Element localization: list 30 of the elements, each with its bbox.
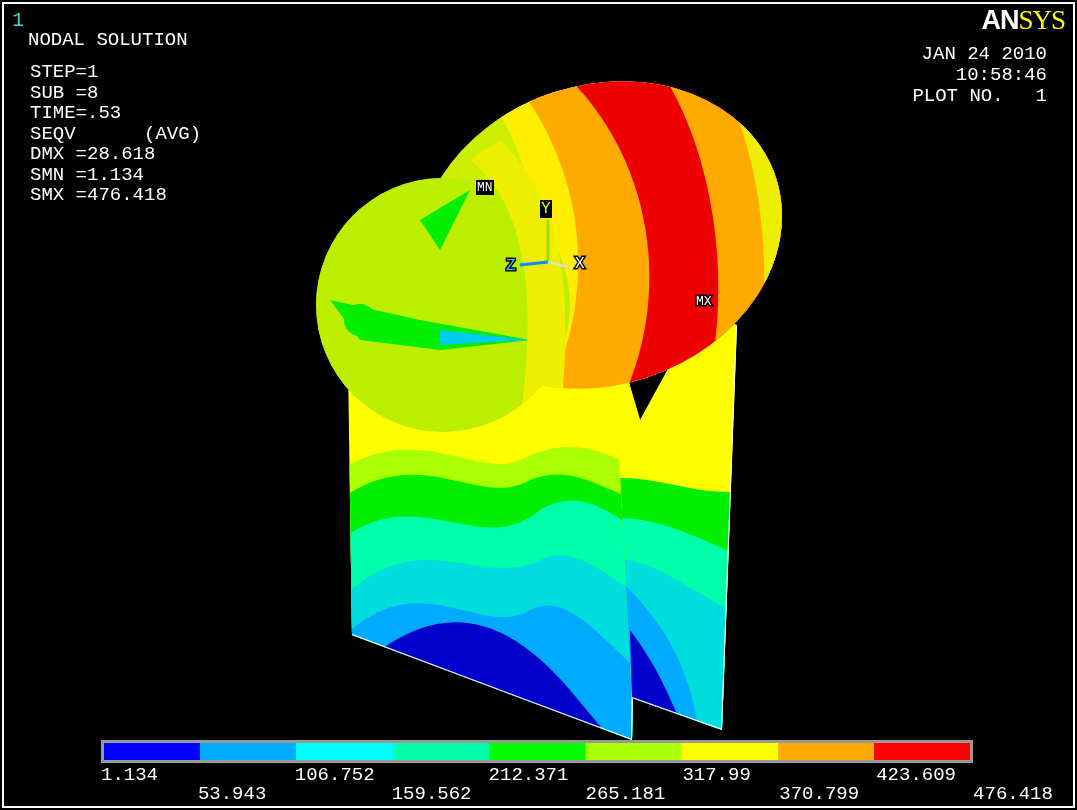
result-info-line: STEP=1 (30, 63, 100, 82)
legend-value: 423.609 (876, 766, 956, 785)
coordinate-triad-icon (519, 220, 573, 269)
window-number: 1 (12, 11, 24, 31)
z-axis-label: Z (506, 257, 516, 275)
result-info-line: TIME=.53 (30, 104, 123, 123)
legend-value: 476.418 (973, 785, 1053, 804)
logo: ANSYS (981, 7, 1065, 34)
legend-value: 317.99 (682, 766, 751, 785)
result-info-line: DMX =28.618 (30, 145, 157, 164)
legend-value: 212.371 (488, 766, 569, 785)
plot-date: JAN 24 2010 (921, 45, 1047, 64)
result-info-line: SMN =1.134 (30, 165, 146, 185)
max-marker-label: MX (696, 294, 712, 309)
result-info-line: SMX =476.418 (30, 186, 168, 205)
plot-title: NODAL SOLUTION (28, 31, 188, 50)
x-axis-label: X (575, 255, 585, 273)
legend-value: 370.799 (779, 785, 860, 804)
legend-value: 265.181 (585, 785, 666, 804)
result-info-line: SUB =8 (30, 83, 100, 103)
legend-value: 106.752 (294, 766, 375, 785)
plot-time: 10:58:46 (955, 66, 1047, 85)
plot-number-label: PLOT NO. (912, 87, 1004, 106)
legend-value: 53.943 (197, 785, 267, 804)
legend-value: 159.562 (391, 785, 472, 804)
min-marker-label: MN (476, 180, 494, 195)
plot-number: 1 (1035, 87, 1047, 106)
y-axis-label: Y (540, 200, 552, 218)
legend-value: 1.134 (101, 766, 158, 785)
result-info-line: SEQV (AVG) (30, 124, 202, 144)
